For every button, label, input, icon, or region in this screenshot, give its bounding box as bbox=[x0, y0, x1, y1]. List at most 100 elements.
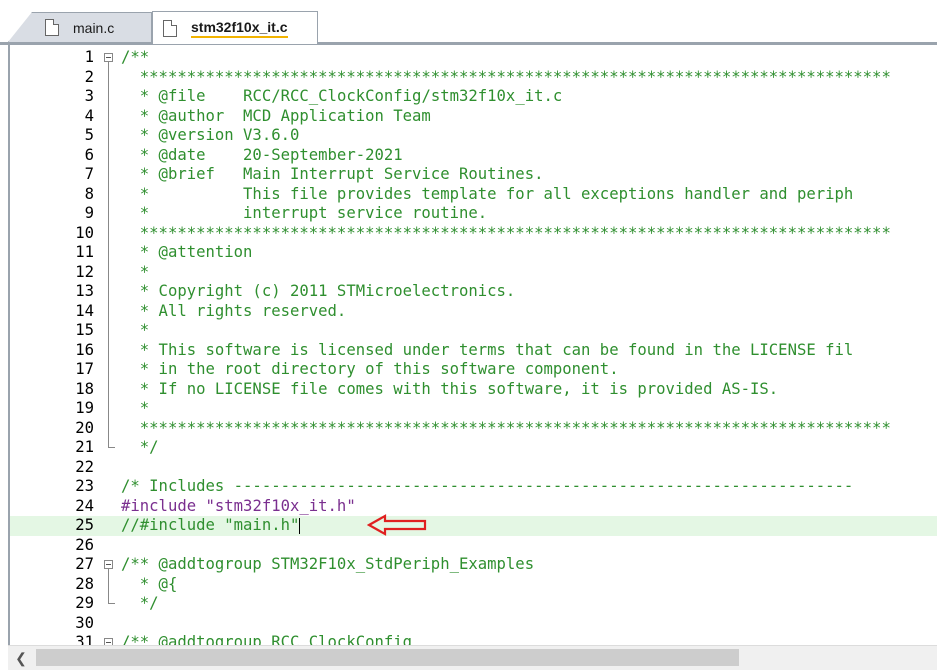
code-line[interactable]: 24 #include "stm32f10x_it.h" bbox=[10, 497, 937, 517]
code-text: */ bbox=[121, 438, 159, 458]
fold-collapse-icon[interactable] bbox=[104, 638, 113, 645]
code-token: "stm32f10x_it.h" bbox=[205, 496, 356, 515]
line-number: 5 bbox=[84, 126, 94, 144]
fold-guide-line bbox=[108, 569, 109, 603]
code-line[interactable]: 15 * bbox=[10, 321, 937, 341]
code-text: * bbox=[121, 399, 149, 419]
code-text: ****************************************… bbox=[121, 419, 891, 439]
line-number: 21 bbox=[75, 438, 94, 456]
code-line[interactable]: 19 * bbox=[10, 399, 937, 419]
code-line[interactable]: 4 * @author MCD Application Team bbox=[10, 107, 937, 127]
code-text: ****************************************… bbox=[121, 68, 891, 88]
code-text: */ bbox=[121, 594, 159, 614]
code-line[interactable]: 27 /** @addtogroup STM32F10x_StdPeriph_Ex… bbox=[10, 555, 937, 575]
line-number: 16 bbox=[75, 340, 94, 359]
line-number: 15 bbox=[75, 321, 94, 339]
line-number: 23 bbox=[75, 477, 94, 495]
code-line[interactable]: 6 * @date 20-September-2021 bbox=[10, 146, 937, 166]
text-cursor bbox=[299, 517, 301, 534]
code-text: /* Includes ----------------------------… bbox=[121, 477, 853, 497]
line-number: 14 bbox=[75, 301, 94, 320]
code-token: * @version V3.6.0 bbox=[121, 126, 300, 144]
fold-guide-line bbox=[108, 62, 109, 447]
code-token: ****************************************… bbox=[121, 418, 891, 437]
code-text: /** @addtogroup RCC_ClockConfig bbox=[121, 633, 412, 645]
code-line[interactable]: 3 * @file RCC/RCC_ClockConfig/stm32f10x_… bbox=[10, 87, 937, 107]
code-line[interactable]: 20 *************************************… bbox=[10, 419, 937, 439]
line-number: 26 bbox=[75, 535, 94, 554]
code-token: /** @addtogroup STM32F10x_StdPeriph_Exam… bbox=[121, 555, 535, 573]
code-line[interactable]: 13 * Copyright (c) 2011 STMicroelectroni… bbox=[10, 282, 937, 302]
line-number: 17 bbox=[75, 360, 94, 378]
code-token: * @{ bbox=[121, 574, 178, 593]
tab-main-c[interactable]: main.c bbox=[8, 12, 152, 42]
code-text: * Copyright (c) 2011 STMicroelectronics. bbox=[121, 282, 516, 302]
code-token: * @author MCD Application Team bbox=[121, 106, 431, 125]
tab-label: main.c bbox=[73, 19, 115, 36]
code-token: * This file provides template for all ex… bbox=[121, 184, 854, 203]
fold-end-marker bbox=[108, 447, 115, 448]
code-line[interactable]: 22 bbox=[10, 458, 937, 478]
code-text: * bbox=[121, 263, 149, 283]
code-token: * @file bbox=[121, 87, 244, 105]
code-line[interactable]: 10 *************************************… bbox=[10, 224, 937, 244]
code-line[interactable]: 23 /* Includes --------------------------… bbox=[10, 477, 937, 497]
code-text: * @date 20-September-2021 bbox=[121, 146, 403, 166]
code-token: * bbox=[121, 399, 150, 417]
code-line[interactable]: 31 /** @addtogroup RCC_ClockConfig bbox=[10, 633, 937, 645]
code-text: * This file provides template for all ex… bbox=[121, 184, 854, 205]
scroll-left-icon[interactable]: ❮ bbox=[12, 649, 30, 667]
code-token: * This software is licensed under terms … bbox=[121, 340, 854, 359]
horizontal-scrollbar[interactable]: ❮ bbox=[8, 645, 937, 670]
code-text: * @file RCC/RCC_ClockConfig/stm32f10x_it… bbox=[121, 87, 563, 107]
code-line[interactable]: 8 * This file provides template for all … bbox=[10, 185, 937, 205]
code-text: * All rights reserved. bbox=[121, 302, 347, 322]
line-number: 22 bbox=[75, 457, 94, 476]
code-line[interactable]: 26 bbox=[10, 536, 937, 556]
code-token: */ bbox=[121, 438, 159, 456]
code-text: * If no LICENSE file comes with this sof… bbox=[121, 380, 778, 400]
line-number: 2 bbox=[84, 67, 94, 86]
code-line[interactable]: 18 * If no LICENSE file comes with this … bbox=[10, 380, 937, 400]
scrollbar-thumb[interactable] bbox=[36, 649, 739, 666]
left-arrow-icon bbox=[367, 514, 427, 536]
code-line[interactable]: 2 **************************************… bbox=[10, 68, 937, 88]
code-text: * @author MCD Application Team bbox=[121, 107, 431, 127]
code-line[interactable]: 5 * @version V3.6.0 bbox=[10, 126, 937, 146]
file-icon bbox=[45, 19, 59, 36]
code-line[interactable]: 17 * in the root directory of this softw… bbox=[10, 360, 937, 380]
line-number: 7 bbox=[84, 165, 94, 183]
code-line[interactable]: 7 * @brief Main Interrupt Service Routin… bbox=[10, 165, 937, 185]
code-line[interactable]: 28 * @{ bbox=[10, 575, 937, 595]
code-text: * in the root directory of this software… bbox=[121, 360, 619, 380]
code-text: * @version V3.6.0 bbox=[121, 126, 300, 146]
line-number: 10 bbox=[75, 223, 94, 242]
code-text: * @{ bbox=[121, 574, 178, 595]
code-line[interactable]: 30 bbox=[10, 614, 937, 634]
code-token: * bbox=[121, 262, 150, 281]
fold-collapse-icon[interactable] bbox=[104, 560, 113, 569]
code-text: /** bbox=[121, 48, 149, 68]
code-line[interactable]: 1 /** bbox=[10, 48, 937, 68]
code-line[interactable]: 9 * interrupt service routine. bbox=[10, 204, 937, 224]
code-token: /** @addtogroup RCC_ClockConfig bbox=[121, 633, 413, 645]
code-line[interactable]: 25 //#include "main.h" bbox=[10, 516, 937, 536]
code-line[interactable]: 14 * All rights reserved. bbox=[10, 302, 937, 322]
code-line[interactable]: 29 */ bbox=[10, 594, 937, 614]
line-number: 31 bbox=[75, 633, 94, 645]
code-text: * bbox=[121, 321, 149, 341]
code-text: * This software is licensed under terms … bbox=[121, 340, 854, 361]
code-line[interactable]: 16 * This software is licensed under ter… bbox=[10, 341, 937, 361]
line-number: 30 bbox=[75, 613, 94, 632]
code-line[interactable]: 12 * bbox=[10, 263, 937, 283]
line-number: 6 bbox=[84, 145, 94, 164]
code-token: * @attention bbox=[121, 243, 253, 261]
tab-stm32f10x-it-c[interactable]: stm32f10x_it.c bbox=[152, 11, 318, 44]
code-text: ****************************************… bbox=[121, 224, 891, 244]
code-line[interactable]: 11 * @attention bbox=[10, 243, 937, 263]
code-token: * @date 20-September-2021 bbox=[121, 145, 403, 164]
code-line[interactable]: 21 */ bbox=[10, 438, 937, 458]
code-editor[interactable]: 1/** 2 **********************************… bbox=[8, 45, 937, 645]
fold-collapse-icon[interactable] bbox=[104, 53, 113, 62]
code-text: * @brief Main Interrupt Service Routines… bbox=[121, 165, 544, 185]
